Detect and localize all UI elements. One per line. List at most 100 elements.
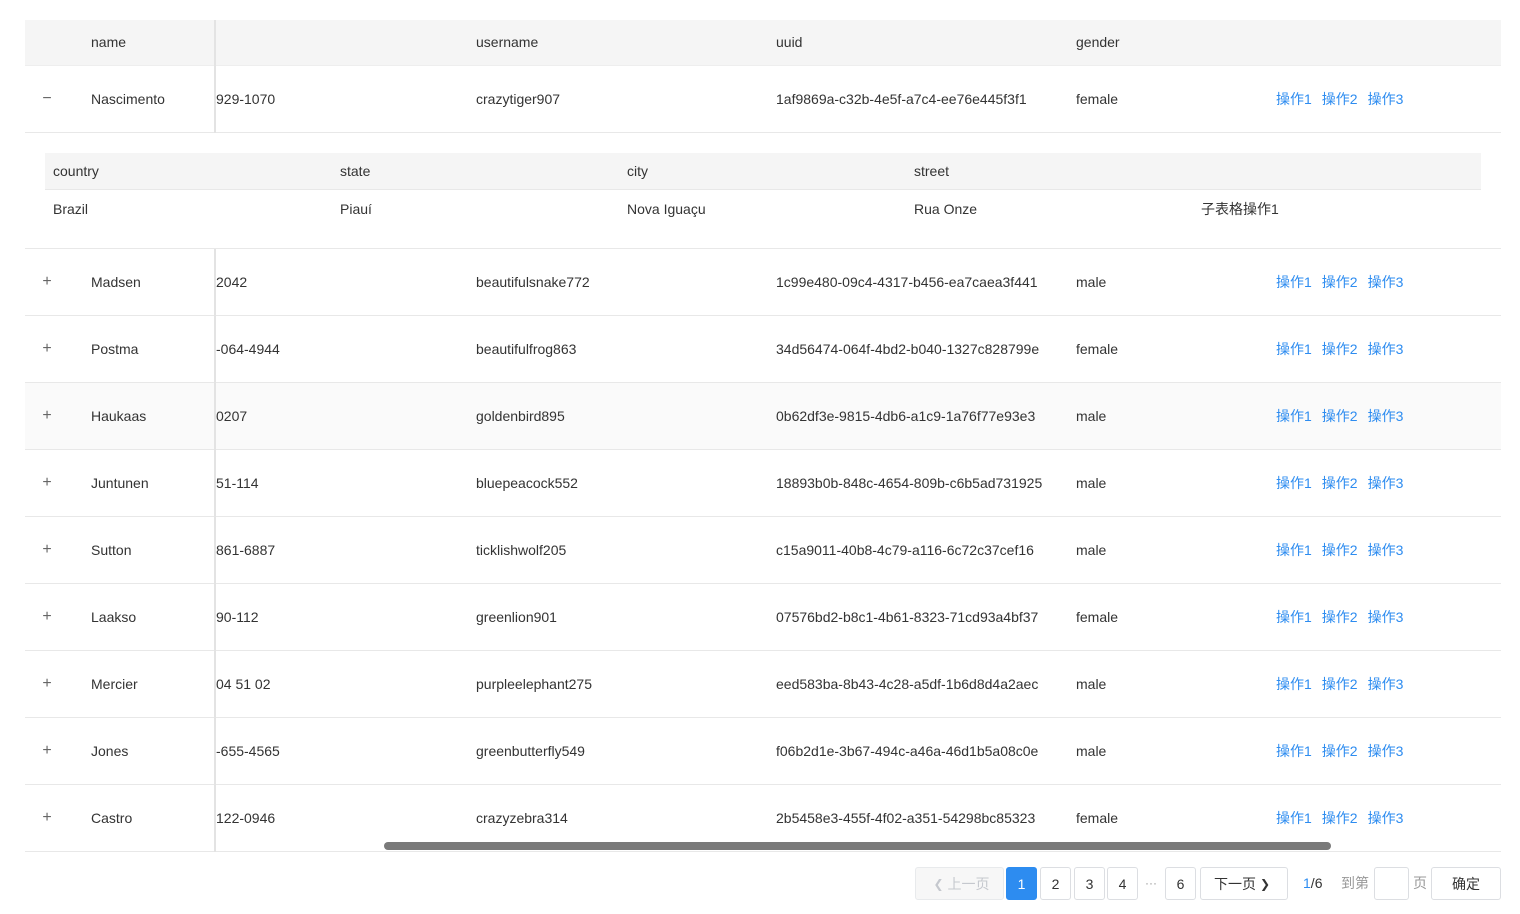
cell-username: beautifulfrog863 xyxy=(476,341,577,357)
prev-page-label: 上一页 xyxy=(947,875,990,892)
action-2-link[interactable]: 操作2 xyxy=(1322,406,1358,426)
action-3-link[interactable]: 操作3 xyxy=(1368,808,1404,828)
cell-username: ticklishwolf205 xyxy=(476,542,567,558)
cell-uuid: 18893b0b-848c-4654-809b-c6b5ad731925 xyxy=(776,474,1043,491)
cell-name: Juntunen xyxy=(91,475,149,491)
current-page: 1 xyxy=(1303,875,1311,891)
cell-uuid: eed583ba-8b43-4c28-a5df-1b6d8d4a2aec xyxy=(776,675,1039,692)
action-3-link[interactable]: 操作3 xyxy=(1368,406,1404,426)
page-button-6[interactable]: 6 xyxy=(1165,867,1196,900)
sub-column-header-state: state xyxy=(340,163,371,179)
cell-gender: male xyxy=(1076,676,1107,692)
action-2-link[interactable]: 操作2 xyxy=(1322,272,1358,292)
cell-phone: 90-112 xyxy=(216,609,259,625)
action-3-link[interactable]: 操作3 xyxy=(1368,473,1404,493)
action-1-link[interactable]: 操作1 xyxy=(1276,607,1312,627)
page-unit-label: 页 xyxy=(1413,875,1427,891)
cell-name: Laakso xyxy=(91,609,137,625)
cell-gender: male xyxy=(1076,743,1107,759)
row-actions: 操作1 操作2 操作3 xyxy=(1276,316,1403,382)
row-actions: 操作1 操作2 操作3 xyxy=(1276,66,1403,132)
action-2-link[interactable]: 操作2 xyxy=(1322,540,1358,560)
sub-column-header-city: city xyxy=(627,163,648,179)
sub-cell-street: Rua Onze xyxy=(914,201,978,217)
cell-name: Castro xyxy=(91,810,133,826)
collapse-icon[interactable]: − xyxy=(40,66,54,132)
expand-icon[interactable]: + xyxy=(40,584,54,650)
expand-icon[interactable]: + xyxy=(40,450,54,516)
table-row: + Sutton 861-6887 ticklishwolf205 c15a90… xyxy=(25,517,1501,584)
expand-icon[interactable]: + xyxy=(40,785,54,851)
cell-gender: female xyxy=(1076,91,1119,107)
action-2-link[interactable]: 操作2 xyxy=(1322,808,1358,828)
table-row: + Juntunen 51-114 bluepeacock552 18893b0… xyxy=(25,450,1501,517)
column-header-username[interactable]: username xyxy=(476,20,538,66)
expand-icon[interactable]: + xyxy=(40,383,54,449)
cell-uuid: 1c99e480-09c4-4317-b456-ea7caea3f441 xyxy=(776,273,1038,290)
cell-uuid: 1af9869a-c32b-4e5f-a7c4-ee76e445f3f1 xyxy=(776,90,1027,107)
cell-name: Nascimento xyxy=(91,91,165,107)
cell-gender: male xyxy=(1076,542,1107,558)
next-page-button[interactable]: 下一页 ❯ xyxy=(1200,867,1288,900)
expand-icon[interactable]: + xyxy=(40,517,54,583)
row-actions: 操作1 操作2 操作3 xyxy=(1276,584,1403,650)
cell-uuid: 34d56474-064f-4bd2-b040-1327c828799e xyxy=(776,340,1040,357)
column-header-name[interactable]: name xyxy=(91,20,126,66)
row-actions: 操作1 操作2 操作3 xyxy=(1276,383,1403,449)
action-2-link[interactable]: 操作2 xyxy=(1322,339,1358,359)
action-1-link[interactable]: 操作1 xyxy=(1276,473,1312,493)
action-3-link[interactable]: 操作3 xyxy=(1368,741,1404,761)
cell-username: purpleelephant275 xyxy=(476,676,592,692)
action-1-link[interactable]: 操作1 xyxy=(1276,339,1312,359)
action-3-link[interactable]: 操作3 xyxy=(1368,272,1404,292)
page-button-2[interactable]: 2 xyxy=(1040,867,1071,900)
expand-icon[interactable]: + xyxy=(40,651,54,717)
action-2-link[interactable]: 操作2 xyxy=(1322,674,1358,694)
cell-phone: 2042 xyxy=(216,274,248,290)
page-button-1[interactable]: 1 xyxy=(1006,867,1037,900)
action-3-link[interactable]: 操作3 xyxy=(1368,339,1404,359)
expand-icon[interactable]: + xyxy=(40,249,54,315)
cell-uuid: f06b2d1e-3b67-494c-a46a-46d1b5a08c0e xyxy=(776,742,1039,759)
column-header-gender[interactable]: gender xyxy=(1076,20,1120,66)
page-ellipsis[interactable]: ··· xyxy=(1145,867,1157,900)
action-1-link[interactable]: 操作1 xyxy=(1276,674,1312,694)
page-button-4[interactable]: 4 xyxy=(1107,867,1138,900)
action-2-link[interactable]: 操作2 xyxy=(1322,89,1358,109)
expand-icon[interactable]: + xyxy=(40,316,54,382)
action-1-link[interactable]: 操作1 xyxy=(1276,808,1312,828)
sub-column-header-country: country xyxy=(53,163,99,179)
cell-phone: 861-6887 xyxy=(216,542,276,558)
column-header-uuid[interactable]: uuid xyxy=(776,20,802,66)
action-3-link[interactable]: 操作3 xyxy=(1368,540,1404,560)
sub-cell-state: Piauí xyxy=(340,201,372,217)
action-2-link[interactable]: 操作2 xyxy=(1322,473,1358,493)
cell-name: Mercier xyxy=(91,676,138,692)
page-button-3[interactable]: 3 xyxy=(1074,867,1105,900)
cell-username: bluepeacock552 xyxy=(476,475,578,491)
prev-page-button[interactable]: ❮ 上一页 xyxy=(915,867,1004,900)
confirm-button[interactable]: 确定 xyxy=(1431,867,1501,900)
table-header: name username uuid gender xyxy=(25,20,1501,66)
action-1-link[interactable]: 操作1 xyxy=(1276,406,1312,426)
action-1-link[interactable]: 操作1 xyxy=(1276,540,1312,560)
row-actions: 操作1 操作2 操作3 xyxy=(1276,450,1403,516)
action-3-link[interactable]: 操作3 xyxy=(1368,607,1404,627)
action-3-link[interactable]: 操作3 xyxy=(1368,89,1404,109)
cell-phone: -655-4565 xyxy=(216,743,280,759)
expand-icon[interactable]: + xyxy=(40,718,54,784)
action-2-link[interactable]: 操作2 xyxy=(1322,607,1358,627)
cell-name: Haukaas xyxy=(91,408,147,424)
cell-username: greenbutterfly549 xyxy=(476,743,585,759)
action-3-link[interactable]: 操作3 xyxy=(1368,674,1404,694)
sub-column-header-street: street xyxy=(914,163,950,179)
sub-action-link[interactable]: 子表格操作1 xyxy=(1201,190,1279,228)
page-jump-input[interactable] xyxy=(1374,867,1409,900)
horizontal-scrollbar[interactable] xyxy=(384,842,1331,850)
action-1-link[interactable]: 操作1 xyxy=(1276,741,1312,761)
cell-uuid: c15a9011-40b8-4c79-a116-6c72c37cef16 xyxy=(776,541,1034,558)
cell-uuid: 0b62df3e-9815-4db6-a1c9-1a76f77e93e3 xyxy=(776,407,1036,424)
action-2-link[interactable]: 操作2 xyxy=(1322,741,1358,761)
action-1-link[interactable]: 操作1 xyxy=(1276,89,1312,109)
action-1-link[interactable]: 操作1 xyxy=(1276,272,1312,292)
